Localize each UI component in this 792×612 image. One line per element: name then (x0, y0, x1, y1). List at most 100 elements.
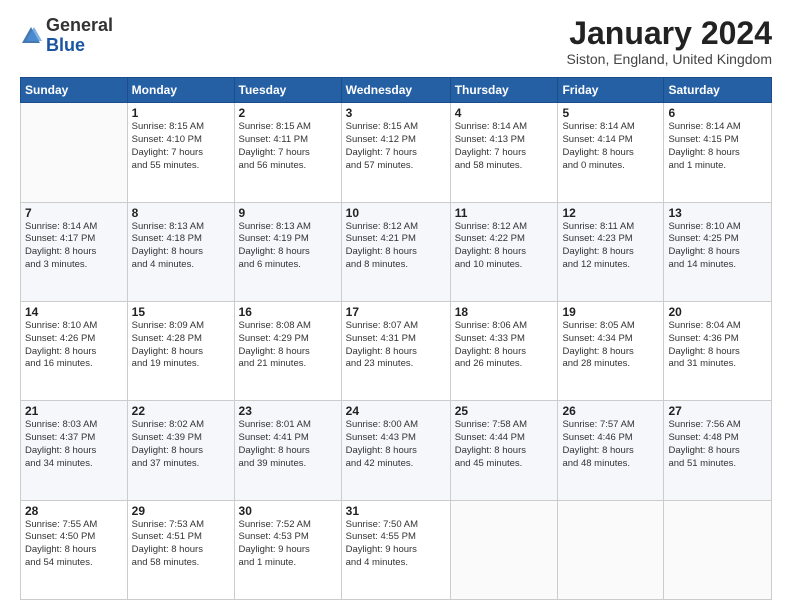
day-number: 10 (346, 206, 446, 220)
day-cell: 31Sunrise: 7:50 AM Sunset: 4:55 PM Dayli… (341, 500, 450, 599)
day-info: Sunrise: 8:15 AM Sunset: 4:10 PM Dayligh… (132, 121, 230, 172)
day-info: Sunrise: 7:58 AM Sunset: 4:44 PM Dayligh… (455, 419, 554, 470)
day-number: 3 (346, 106, 446, 120)
day-number: 28 (25, 504, 123, 518)
day-info: Sunrise: 8:02 AM Sunset: 4:39 PM Dayligh… (132, 419, 230, 470)
week-row-3: 21Sunrise: 8:03 AM Sunset: 4:37 PM Dayli… (21, 401, 772, 500)
day-cell: 27Sunrise: 7:56 AM Sunset: 4:48 PM Dayli… (664, 401, 772, 500)
day-cell: 14Sunrise: 8:10 AM Sunset: 4:26 PM Dayli… (21, 301, 128, 400)
day-number: 25 (455, 404, 554, 418)
day-cell: 18Sunrise: 8:06 AM Sunset: 4:33 PM Dayli… (450, 301, 558, 400)
day-cell: 21Sunrise: 8:03 AM Sunset: 4:37 PM Dayli… (21, 401, 128, 500)
col-sunday: Sunday (21, 78, 128, 103)
day-number: 21 (25, 404, 123, 418)
day-cell: 12Sunrise: 8:11 AM Sunset: 4:23 PM Dayli… (558, 202, 664, 301)
day-info: Sunrise: 8:13 AM Sunset: 4:18 PM Dayligh… (132, 221, 230, 272)
day-number: 20 (668, 305, 767, 319)
day-info: Sunrise: 8:12 AM Sunset: 4:22 PM Dayligh… (455, 221, 554, 272)
week-row-4: 28Sunrise: 7:55 AM Sunset: 4:50 PM Dayli… (21, 500, 772, 599)
day-info: Sunrise: 8:07 AM Sunset: 4:31 PM Dayligh… (346, 320, 446, 371)
day-cell: 22Sunrise: 8:02 AM Sunset: 4:39 PM Dayli… (127, 401, 234, 500)
week-row-0: 1Sunrise: 8:15 AM Sunset: 4:10 PM Daylig… (21, 103, 772, 202)
day-info: Sunrise: 8:13 AM Sunset: 4:19 PM Dayligh… (239, 221, 337, 272)
day-info: Sunrise: 8:14 AM Sunset: 4:14 PM Dayligh… (562, 121, 659, 172)
col-wednesday: Wednesday (341, 78, 450, 103)
day-cell: 7Sunrise: 8:14 AM Sunset: 4:17 PM Daylig… (21, 202, 128, 301)
day-cell: 24Sunrise: 8:00 AM Sunset: 4:43 PM Dayli… (341, 401, 450, 500)
header-row: Sunday Monday Tuesday Wednesday Thursday… (21, 78, 772, 103)
day-cell: 11Sunrise: 8:12 AM Sunset: 4:22 PM Dayli… (450, 202, 558, 301)
day-info: Sunrise: 8:04 AM Sunset: 4:36 PM Dayligh… (668, 320, 767, 371)
day-cell: 9Sunrise: 8:13 AM Sunset: 4:19 PM Daylig… (234, 202, 341, 301)
day-number: 16 (239, 305, 337, 319)
day-cell: 28Sunrise: 7:55 AM Sunset: 4:50 PM Dayli… (21, 500, 128, 599)
day-number: 2 (239, 106, 337, 120)
day-info: Sunrise: 7:50 AM Sunset: 4:55 PM Dayligh… (346, 519, 446, 570)
day-cell: 23Sunrise: 8:01 AM Sunset: 4:41 PM Dayli… (234, 401, 341, 500)
day-cell (664, 500, 772, 599)
day-number: 11 (455, 206, 554, 220)
day-info: Sunrise: 8:15 AM Sunset: 4:11 PM Dayligh… (239, 121, 337, 172)
day-cell: 30Sunrise: 7:52 AM Sunset: 4:53 PM Dayli… (234, 500, 341, 599)
day-info: Sunrise: 8:14 AM Sunset: 4:17 PM Dayligh… (25, 221, 123, 272)
day-number: 23 (239, 404, 337, 418)
logo-text: General Blue (46, 16, 113, 56)
day-cell: 4Sunrise: 8:14 AM Sunset: 4:13 PM Daylig… (450, 103, 558, 202)
day-cell: 5Sunrise: 8:14 AM Sunset: 4:14 PM Daylig… (558, 103, 664, 202)
day-cell: 8Sunrise: 8:13 AM Sunset: 4:18 PM Daylig… (127, 202, 234, 301)
day-number: 14 (25, 305, 123, 319)
day-number: 8 (132, 206, 230, 220)
month-title: January 2024 (567, 16, 772, 51)
header: General Blue January 2024 Siston, Englan… (20, 16, 772, 67)
day-cell: 10Sunrise: 8:12 AM Sunset: 4:21 PM Dayli… (341, 202, 450, 301)
day-cell: 29Sunrise: 7:53 AM Sunset: 4:51 PM Dayli… (127, 500, 234, 599)
col-monday: Monday (127, 78, 234, 103)
day-cell: 15Sunrise: 8:09 AM Sunset: 4:28 PM Dayli… (127, 301, 234, 400)
day-number: 9 (239, 206, 337, 220)
day-number: 19 (562, 305, 659, 319)
day-number: 31 (346, 504, 446, 518)
day-info: Sunrise: 8:10 AM Sunset: 4:26 PM Dayligh… (25, 320, 123, 371)
day-number: 5 (562, 106, 659, 120)
day-cell (450, 500, 558, 599)
day-number: 22 (132, 404, 230, 418)
day-cell: 2Sunrise: 8:15 AM Sunset: 4:11 PM Daylig… (234, 103, 341, 202)
day-number: 6 (668, 106, 767, 120)
col-friday: Friday (558, 78, 664, 103)
day-cell: 20Sunrise: 8:04 AM Sunset: 4:36 PM Dayli… (664, 301, 772, 400)
page: General Blue January 2024 Siston, Englan… (0, 0, 792, 612)
day-number: 15 (132, 305, 230, 319)
logo: General Blue (20, 16, 113, 56)
day-cell: 13Sunrise: 8:10 AM Sunset: 4:25 PM Dayli… (664, 202, 772, 301)
day-cell: 3Sunrise: 8:15 AM Sunset: 4:12 PM Daylig… (341, 103, 450, 202)
day-info: Sunrise: 7:56 AM Sunset: 4:48 PM Dayligh… (668, 419, 767, 470)
day-info: Sunrise: 8:15 AM Sunset: 4:12 PM Dayligh… (346, 121, 446, 172)
day-number: 24 (346, 404, 446, 418)
day-number: 18 (455, 305, 554, 319)
day-info: Sunrise: 7:53 AM Sunset: 4:51 PM Dayligh… (132, 519, 230, 570)
day-cell (558, 500, 664, 599)
day-info: Sunrise: 8:01 AM Sunset: 4:41 PM Dayligh… (239, 419, 337, 470)
day-info: Sunrise: 8:12 AM Sunset: 4:21 PM Dayligh… (346, 221, 446, 272)
day-number: 29 (132, 504, 230, 518)
logo-general: General (46, 15, 113, 35)
day-info: Sunrise: 7:57 AM Sunset: 4:46 PM Dayligh… (562, 419, 659, 470)
day-info: Sunrise: 8:05 AM Sunset: 4:34 PM Dayligh… (562, 320, 659, 371)
day-info: Sunrise: 8:08 AM Sunset: 4:29 PM Dayligh… (239, 320, 337, 371)
day-info: Sunrise: 8:06 AM Sunset: 4:33 PM Dayligh… (455, 320, 554, 371)
day-cell: 6Sunrise: 8:14 AM Sunset: 4:15 PM Daylig… (664, 103, 772, 202)
day-cell (21, 103, 128, 202)
day-cell: 26Sunrise: 7:57 AM Sunset: 4:46 PM Dayli… (558, 401, 664, 500)
day-number: 27 (668, 404, 767, 418)
day-info: Sunrise: 8:09 AM Sunset: 4:28 PM Dayligh… (132, 320, 230, 371)
day-info: Sunrise: 8:14 AM Sunset: 4:13 PM Dayligh… (455, 121, 554, 172)
week-row-2: 14Sunrise: 8:10 AM Sunset: 4:26 PM Dayli… (21, 301, 772, 400)
day-cell: 19Sunrise: 8:05 AM Sunset: 4:34 PM Dayli… (558, 301, 664, 400)
day-number: 4 (455, 106, 554, 120)
location: Siston, England, United Kingdom (567, 51, 772, 67)
day-number: 1 (132, 106, 230, 120)
week-row-1: 7Sunrise: 8:14 AM Sunset: 4:17 PM Daylig… (21, 202, 772, 301)
day-cell: 1Sunrise: 8:15 AM Sunset: 4:10 PM Daylig… (127, 103, 234, 202)
day-info: Sunrise: 8:14 AM Sunset: 4:15 PM Dayligh… (668, 121, 767, 172)
day-info: Sunrise: 8:11 AM Sunset: 4:23 PM Dayligh… (562, 221, 659, 272)
